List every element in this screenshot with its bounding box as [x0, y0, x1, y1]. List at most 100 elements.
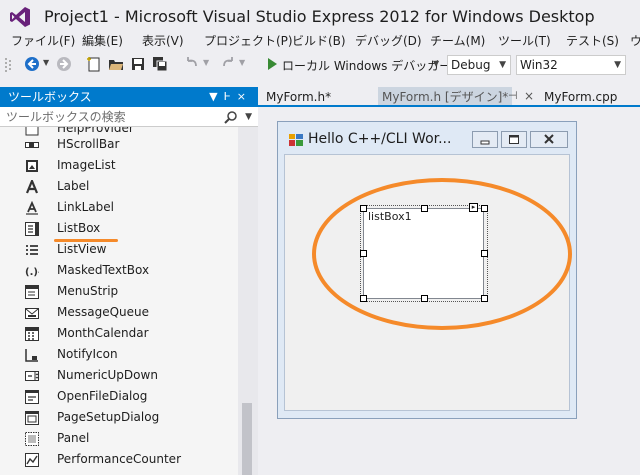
toolbox-item-messagequeue[interactable]: MessageQueue: [0, 303, 238, 324]
toolbox-item-label: PerformanceCounter: [57, 452, 181, 466]
toolbox-item-label: MessageQueue: [57, 305, 150, 319]
menu-debug[interactable]: デバッグ(D): [355, 33, 422, 49]
tab-myform-cpp[interactable]: MyForm.cpp: [544, 87, 617, 107]
debugger-dropdown-icon[interactable]: ▼: [433, 59, 439, 68]
start-debugging-button[interactable]: ローカル Windows デバッガー: [282, 57, 451, 74]
menu-test[interactable]: テスト(S): [566, 33, 619, 49]
back-icon[interactable]: [24, 56, 40, 72]
numericupdown-icon: [25, 371, 39, 381]
panel-icon: [25, 432, 39, 446]
forward-icon[interactable]: [56, 56, 72, 72]
pagesetupdialog-icon: [25, 411, 39, 425]
chevron-down-icon: ▼: [614, 60, 621, 70]
menustrip-icon: [25, 285, 39, 299]
toolbar-grip-icon[interactable]: [4, 57, 12, 73]
menu-file[interactable]: ファイル(F): [11, 33, 75, 49]
performancecounter-icon: [25, 453, 39, 467]
openfiledialog-icon: [25, 390, 39, 404]
toolbox-item-notifyicon[interactable]: NotifyIcon: [0, 345, 238, 366]
menu-window[interactable]: ウ: [630, 33, 640, 49]
toolbox-item-label: HelpProvider: [57, 127, 134, 135]
toolbox-item-linklabel[interactable]: LinkLabel: [0, 198, 238, 219]
toolbox-item-panel[interactable]: Panel: [0, 429, 238, 450]
close-icon: [544, 134, 554, 144]
search-icon[interactable]: [224, 110, 238, 124]
toolbox-scrollbar[interactable]: [238, 127, 258, 475]
form-minimize-button[interactable]: [472, 131, 498, 148]
notifyicon-icon: [25, 349, 38, 362]
toolbox-item-menustrip[interactable]: MenuStrip: [0, 282, 238, 303]
maskedtextbox-icon: (.)-: [25, 267, 39, 278]
configuration-select[interactable]: Debug ▼: [447, 55, 511, 75]
messagequeue-icon: [25, 308, 39, 319]
toolbox-search-input[interactable]: ツールボックスの検索 ▼: [0, 107, 258, 127]
svg-text:(.)-: (.)-: [25, 267, 39, 278]
toolbox-item-monthcalendar[interactable]: MonthCalendar: [0, 324, 238, 345]
toolbox-item-label: MaskedTextBox: [57, 263, 150, 277]
toolbox-item-label: NotifyIcon: [57, 347, 118, 361]
platform-value: Win32: [520, 58, 558, 72]
title-bar: Project1 - Microsoft Visual Studio Expre…: [0, 0, 640, 33]
scrollbar-thumb[interactable]: [242, 403, 252, 475]
form-maximize-button[interactable]: [501, 131, 527, 148]
form-close-button[interactable]: [530, 131, 568, 148]
close-tab-icon[interactable]: ×: [524, 89, 534, 103]
toolbox-item-listview[interactable]: ListView: [0, 240, 238, 261]
menu-edit[interactable]: 編集(E): [82, 33, 123, 49]
search-dropdown-icon[interactable]: ▼: [245, 107, 252, 127]
save-all-icon[interactable]: [152, 56, 168, 72]
menu-build[interactable]: ビルド(B): [292, 33, 346, 49]
close-icon[interactable]: ×: [237, 90, 252, 103]
visual-studio-logo-icon: [10, 7, 30, 27]
toolbox-item-label[interactable]: Label: [0, 177, 238, 198]
toolbox-item-maskedtextbox[interactable]: (.)- MaskedTextBox: [0, 261, 238, 282]
toolbox-item-label: OpenFileDialog: [57, 389, 148, 403]
undo-dropdown-icon[interactable]: ▼: [203, 58, 209, 67]
back-dropdown-icon[interactable]: ▼: [43, 58, 49, 67]
toolbox-item-pagesetupdialog[interactable]: PageSetupDialog: [0, 408, 238, 429]
toolbox-item-label: PageSetupDialog: [57, 410, 160, 424]
tab-myform-h[interactable]: MyForm.h*: [266, 87, 331, 107]
monthcalendar-icon: [25, 327, 39, 341]
menu-bar: ファイル(F) 編集(E) 表示(V) プロジェクト(P) ビルド(B) デバッ…: [0, 33, 640, 51]
menu-project[interactable]: プロジェクト(P): [204, 33, 293, 49]
toolbox-title: ツールボックス: [8, 90, 92, 104]
toolbox-item-listbox[interactable]: ListBox: [0, 219, 238, 240]
save-icon[interactable]: [130, 56, 146, 72]
listview-icon: [26, 245, 38, 255]
panel-menu-icon[interactable]: ▼: [209, 90, 223, 103]
toolbox-item-imagelist[interactable]: ImageList: [0, 156, 238, 177]
configuration-value: Debug: [451, 58, 491, 72]
platform-select[interactable]: Win32 ▼: [516, 55, 626, 75]
redo-dropdown-icon[interactable]: ▼: [239, 58, 245, 67]
toolbox-item-label: ListBox: [57, 221, 101, 235]
toolbox-item-label: LinkLabel: [57, 200, 114, 214]
start-debugging-icon[interactable]: [264, 56, 280, 72]
window-title: Project1 - Microsoft Visual Studio Expre…: [44, 7, 595, 26]
maximize-icon: [509, 135, 519, 144]
toolbox-item-numericupdown[interactable]: NumericUpDown: [0, 366, 238, 387]
toolbox-item-hscrollbar[interactable]: HScrollBar: [0, 135, 238, 156]
annotation-ellipse: [312, 178, 572, 330]
menu-team[interactable]: チーム(M): [430, 33, 485, 49]
toolbox-item-openfiledialog[interactable]: OpenFileDialog: [0, 387, 238, 408]
standard-toolbar: ▼ ▼ ▼ ローカル Windows デバッガー ▼ Debug ▼ Win32…: [0, 53, 640, 77]
pin-tab-icon[interactable]: ⊣: [508, 89, 518, 102]
form-title: Hello C++/CLI Wor...: [308, 131, 452, 147]
toolbox-item-label: Panel: [57, 431, 90, 445]
toolbox-list: HelpProvider HScrollBar ImageList Label …: [0, 127, 238, 475]
new-project-icon[interactable]: [86, 56, 102, 72]
label-icon: [25, 180, 39, 194]
redo-icon[interactable]: [220, 56, 236, 72]
menu-tools[interactable]: ツール(T): [498, 33, 551, 49]
menu-view[interactable]: 表示(V): [142, 33, 184, 49]
document-tabs: MyForm.h* MyForm.h [デザイン]* ⊣ × MyForm.cp…: [260, 87, 640, 107]
toolbox-item-label: MonthCalendar: [57, 326, 149, 340]
pin-icon[interactable]: Ⱶ: [224, 90, 237, 103]
toolbox-header: ツールボックス ▼Ⱶ×: [0, 87, 258, 107]
toolbox-item-performancecounter[interactable]: PerformanceCounter: [0, 450, 238, 471]
open-file-icon[interactable]: [108, 56, 124, 72]
undo-icon[interactable]: [184, 56, 200, 72]
tab-myform-design[interactable]: MyForm.h [デザイン]*: [378, 87, 513, 107]
listbox-icon: [25, 222, 39, 236]
